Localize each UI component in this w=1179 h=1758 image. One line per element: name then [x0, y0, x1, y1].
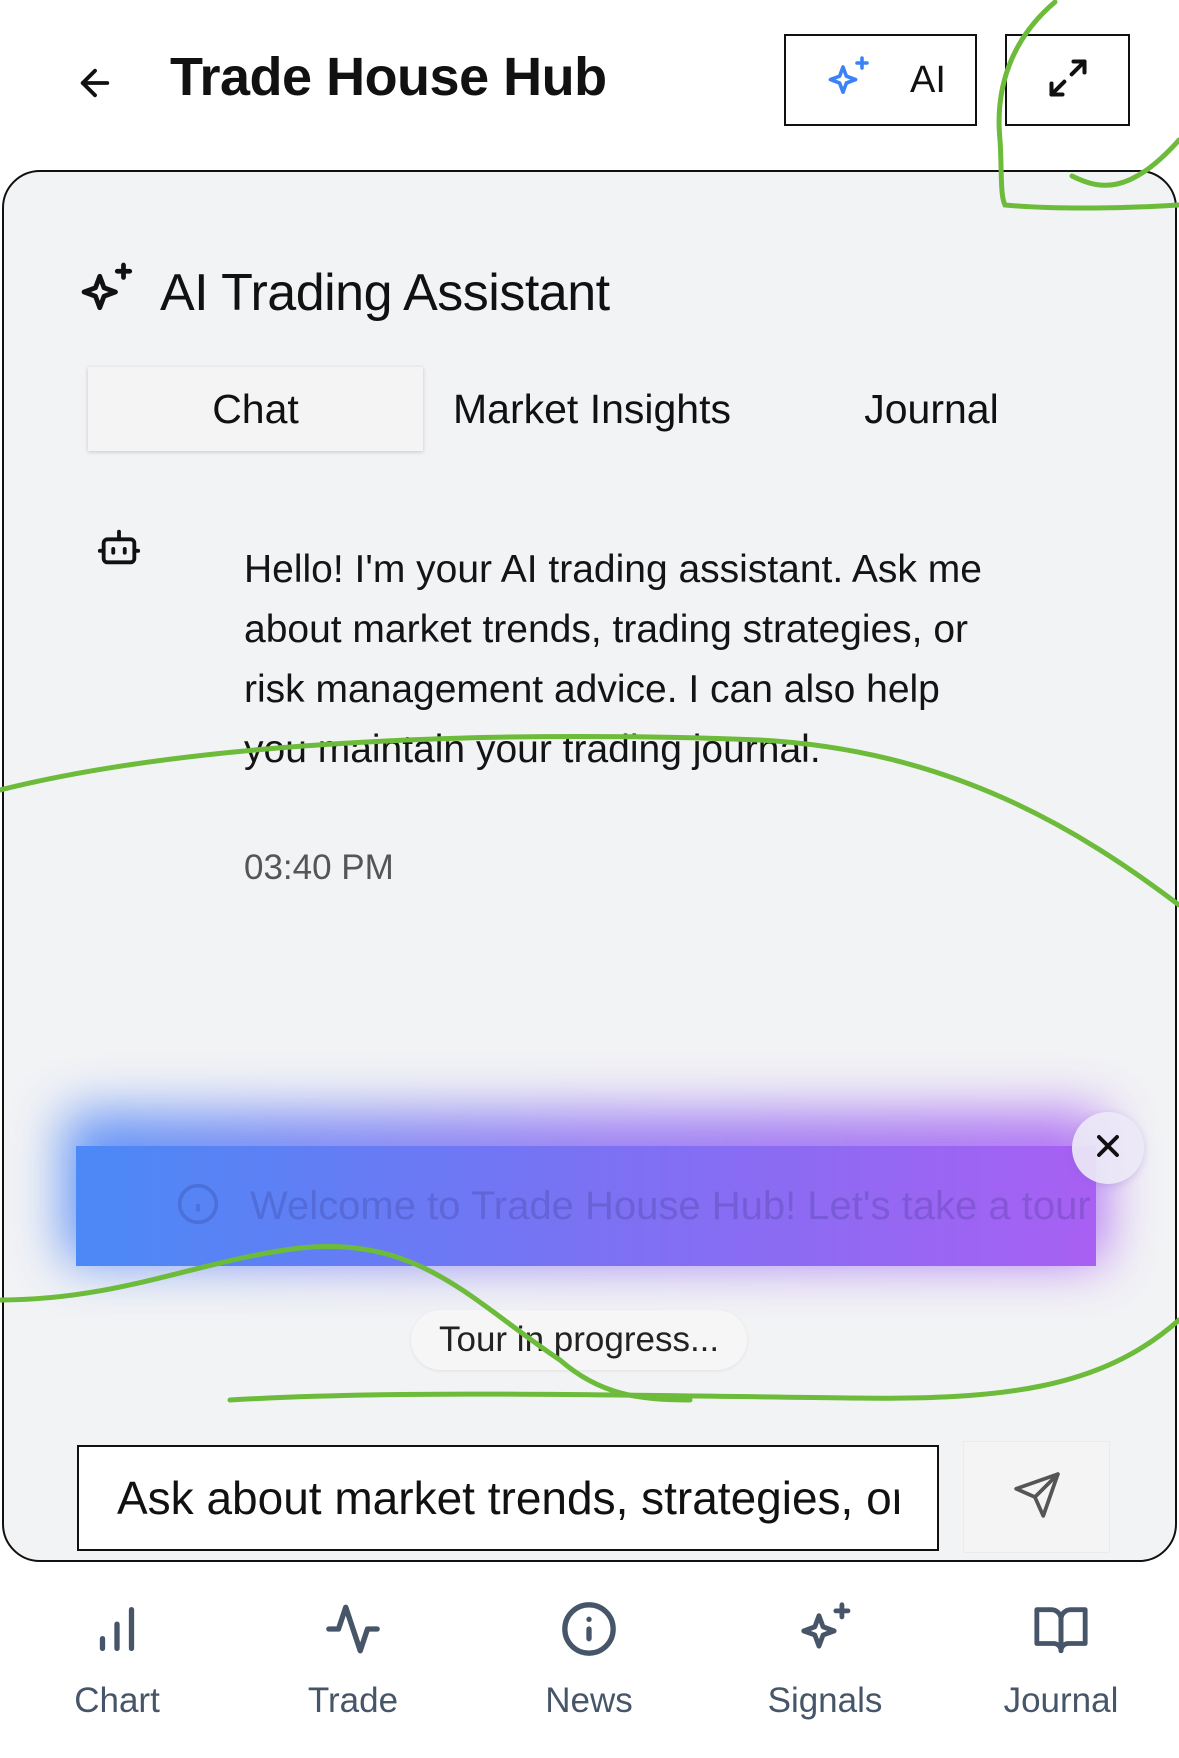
sparkles-icon — [796, 1600, 854, 1663]
chat-input[interactable] — [77, 1445, 939, 1551]
info-icon — [560, 1600, 618, 1663]
bar-chart-icon — [88, 1600, 146, 1663]
bot-icon — [96, 524, 142, 575]
nav-item-journal[interactable]: Journal — [961, 1600, 1161, 1721]
nav-item-trade[interactable]: Trade — [253, 1600, 453, 1721]
ai-assistant-panel: AI Trading Assistant Chat Market Insight… — [2, 170, 1177, 1562]
arrow-left-icon — [74, 62, 116, 109]
tour-banner[interactable]: Welcome to Trade House Hub! Let's take a… — [76, 1146, 1096, 1266]
tour-close-button[interactable] — [1072, 1112, 1144, 1184]
book-open-icon — [1032, 1600, 1090, 1663]
nav-label-trade: Trade — [307, 1681, 399, 1720]
assistant-title: AI Trading Assistant — [160, 263, 610, 322]
sparkles-icon — [824, 54, 872, 107]
send-icon — [1012, 1470, 1062, 1525]
nav-label-signals: Signals — [767, 1681, 883, 1720]
close-icon — [1090, 1128, 1126, 1169]
nav-label-news: News — [545, 1681, 633, 1720]
ai-button[interactable]: AI — [784, 34, 977, 126]
tour-status-badge: Tour in progress... — [411, 1310, 748, 1370]
nav-item-chart[interactable]: Chart — [17, 1600, 217, 1721]
ai-button-label: AI — [910, 58, 946, 101]
send-button[interactable] — [964, 1442, 1109, 1552]
tab-market-insights[interactable]: Market Insights — [432, 367, 752, 451]
activity-icon — [324, 1600, 382, 1663]
assistant-message: Hello! I'm your AI trading assistant. As… — [244, 548, 982, 771]
message-timestamp: 03:40 PM — [244, 848, 394, 887]
info-icon — [176, 1182, 220, 1231]
expand-button[interactable] — [1005, 34, 1130, 126]
tour-banner-text: Welcome to Trade House Hub! Let's take a… — [250, 1183, 1091, 1228]
app-header: Trade House Hub AI — [0, 0, 1179, 168]
nav-label-chart: Chart — [74, 1681, 160, 1720]
nav-label-journal: Journal — [1003, 1681, 1119, 1720]
assistant-header: AI Trading Assistant — [76, 260, 610, 325]
tab-chat[interactable]: Chat — [88, 367, 423, 451]
back-button[interactable] — [62, 52, 128, 118]
page-title: Trade House Hub — [170, 47, 607, 107]
nav-item-signals[interactable]: Signals — [725, 1600, 925, 1721]
tab-journal[interactable]: Journal — [764, 367, 1099, 451]
maximize-icon — [1046, 56, 1090, 105]
nav-item-news[interactable]: News — [489, 1600, 689, 1721]
sparkles-icon — [76, 260, 136, 325]
bottom-nav: Chart Trade News Signals Journal — [0, 1566, 1179, 1758]
